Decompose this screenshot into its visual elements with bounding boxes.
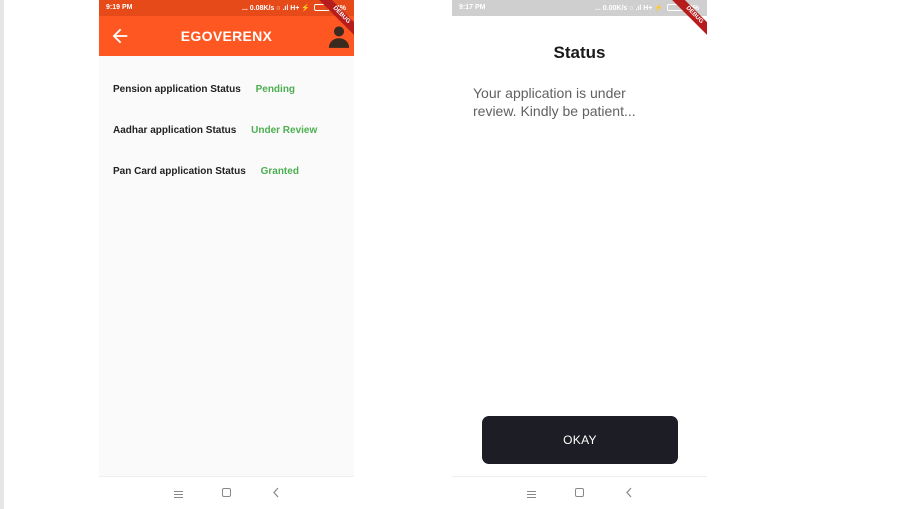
status-bar-time: 9:19 PM <box>106 4 133 11</box>
status-list: Pension application Status Pending Aadha… <box>99 56 354 476</box>
charging-icon: ⚡ <box>301 5 311 12</box>
app-bar: EGOVERENX <box>99 16 354 56</box>
status-value: Granted <box>260 166 299 177</box>
network-speed: ... 0.08K/s <box>242 5 275 12</box>
home-square-icon[interactable] <box>222 488 231 497</box>
status-bar: 9:17 PM ... 0.00K/s ○ .ıl H+ ⚡ 14% <box>452 0 707 16</box>
status-bar-time: 9:17 PM <box>459 4 486 11</box>
list-item: Pan Card application Status Granted <box>113 166 299 177</box>
system-nav-bar <box>452 476 707 509</box>
menu-icon[interactable] <box>527 491 536 498</box>
status-label: Pension application Status <box>113 84 241 95</box>
status-bar: 9:19 PM ... 0.08K/s ○ .ıl H+ ⚡ 14% <box>99 0 354 16</box>
back-chevron-icon[interactable] <box>624 487 634 498</box>
network-type: H+ <box>643 5 653 12</box>
dialog-title: Status <box>553 43 606 62</box>
signal-icon: ○ .ıl <box>276 5 289 12</box>
app-title: EGOVERENX <box>180 28 273 44</box>
status-dialog-screen: 9:17 PM ... 0.00K/s ○ .ıl H+ ⚡ 14% DEBUG… <box>452 0 707 509</box>
status-list-screen: 9:19 PM ... 0.08K/s ○ .ıl H+ ⚡ 14% EGOVE… <box>99 0 354 509</box>
okay-button[interactable]: OKAY <box>482 416 678 464</box>
list-item: Pension application Status Pending <box>113 84 295 95</box>
left-edge-divider <box>0 0 4 509</box>
status-value: Pending <box>255 84 296 95</box>
menu-icon[interactable] <box>174 491 183 498</box>
network-type: H+ <box>290 5 300 12</box>
home-square-icon[interactable] <box>575 488 584 497</box>
status-value: Under Review <box>251 125 318 136</box>
back-chevron-icon[interactable] <box>271 487 281 498</box>
network-speed: ... 0.00K/s <box>595 5 628 12</box>
status-label: Aadhar application Status <box>113 125 237 136</box>
list-item: Aadhar application Status Under Review <box>113 125 317 136</box>
dialog-message: Your application is under review. Kindly… <box>473 85 636 119</box>
status-label: Pan Card application Status <box>113 166 246 177</box>
signal-icon: ○ .ıl <box>629 5 642 12</box>
charging-icon: ⚡ <box>654 5 664 12</box>
system-nav-bar <box>99 476 354 509</box>
